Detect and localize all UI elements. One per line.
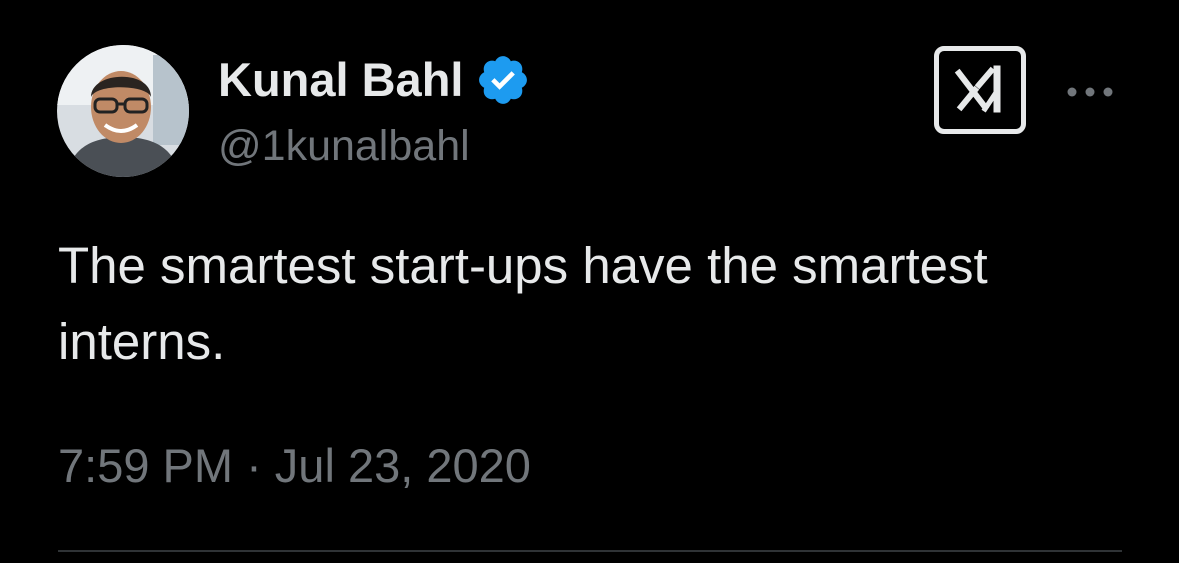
author-name-row[interactable]: Kunal Bahl xyxy=(218,52,531,108)
avatar[interactable] xyxy=(57,45,189,177)
tweet-text: The smartest start-ups have the smartest… xyxy=(58,237,988,370)
divider xyxy=(58,550,1122,552)
avatar-photo xyxy=(57,45,189,177)
x-logo-icon[interactable] xyxy=(934,46,1026,134)
more-options-icon[interactable] xyxy=(1064,78,1120,106)
author-display-name[interactable]: Kunal Bahl xyxy=(218,52,463,108)
author-handle[interactable]: @1kunalbahl xyxy=(218,120,470,172)
verified-badge-icon[interactable] xyxy=(475,52,531,108)
tweet-timestamp[interactable]: 7:59 PM · Jul 23, 2020 xyxy=(58,436,531,496)
